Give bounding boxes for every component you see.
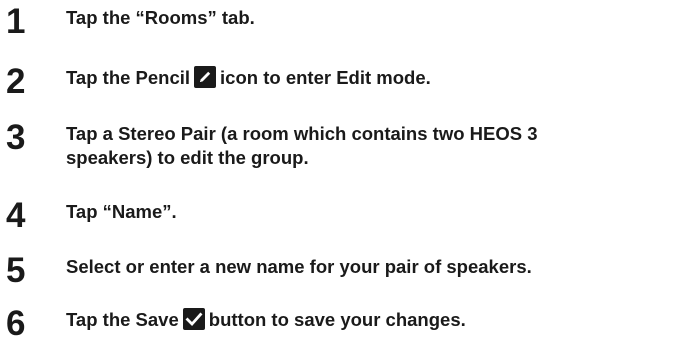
step-number: 1 bbox=[6, 2, 26, 41]
step-number: 3 bbox=[6, 118, 26, 157]
step-text: Tap “Name”. bbox=[66, 201, 177, 222]
step-text-after: button to save your changes. bbox=[208, 309, 466, 330]
step-text-line: speakers) to edit the group. bbox=[66, 147, 309, 168]
step-number: 6 bbox=[6, 304, 26, 343]
step-text: Tap a Stereo Pair (a room which contains… bbox=[66, 122, 686, 170]
step-text: Select or enter a new name for your pair… bbox=[66, 256, 532, 277]
checkmark-icon bbox=[182, 308, 205, 330]
step-text-before: Tap the Pencil bbox=[66, 67, 191, 88]
step-number: 5 bbox=[6, 251, 26, 290]
step-number: 2 bbox=[6, 62, 26, 101]
step-number: 4 bbox=[6, 196, 26, 235]
step-text-before: Tap the Save bbox=[66, 309, 179, 330]
pencil-icon bbox=[194, 66, 217, 88]
step-text-after: icon to enter Edit mode. bbox=[220, 67, 431, 88]
step-text: Tap the Pencil icon to enter Edit mode. bbox=[66, 66, 686, 90]
step-text-line: Tap a Stereo Pair (a room which contains… bbox=[66, 123, 538, 144]
step-text: Tap the Save button to save your changes. bbox=[66, 308, 686, 332]
step-text: Tap the “Rooms” tab. bbox=[66, 7, 255, 28]
